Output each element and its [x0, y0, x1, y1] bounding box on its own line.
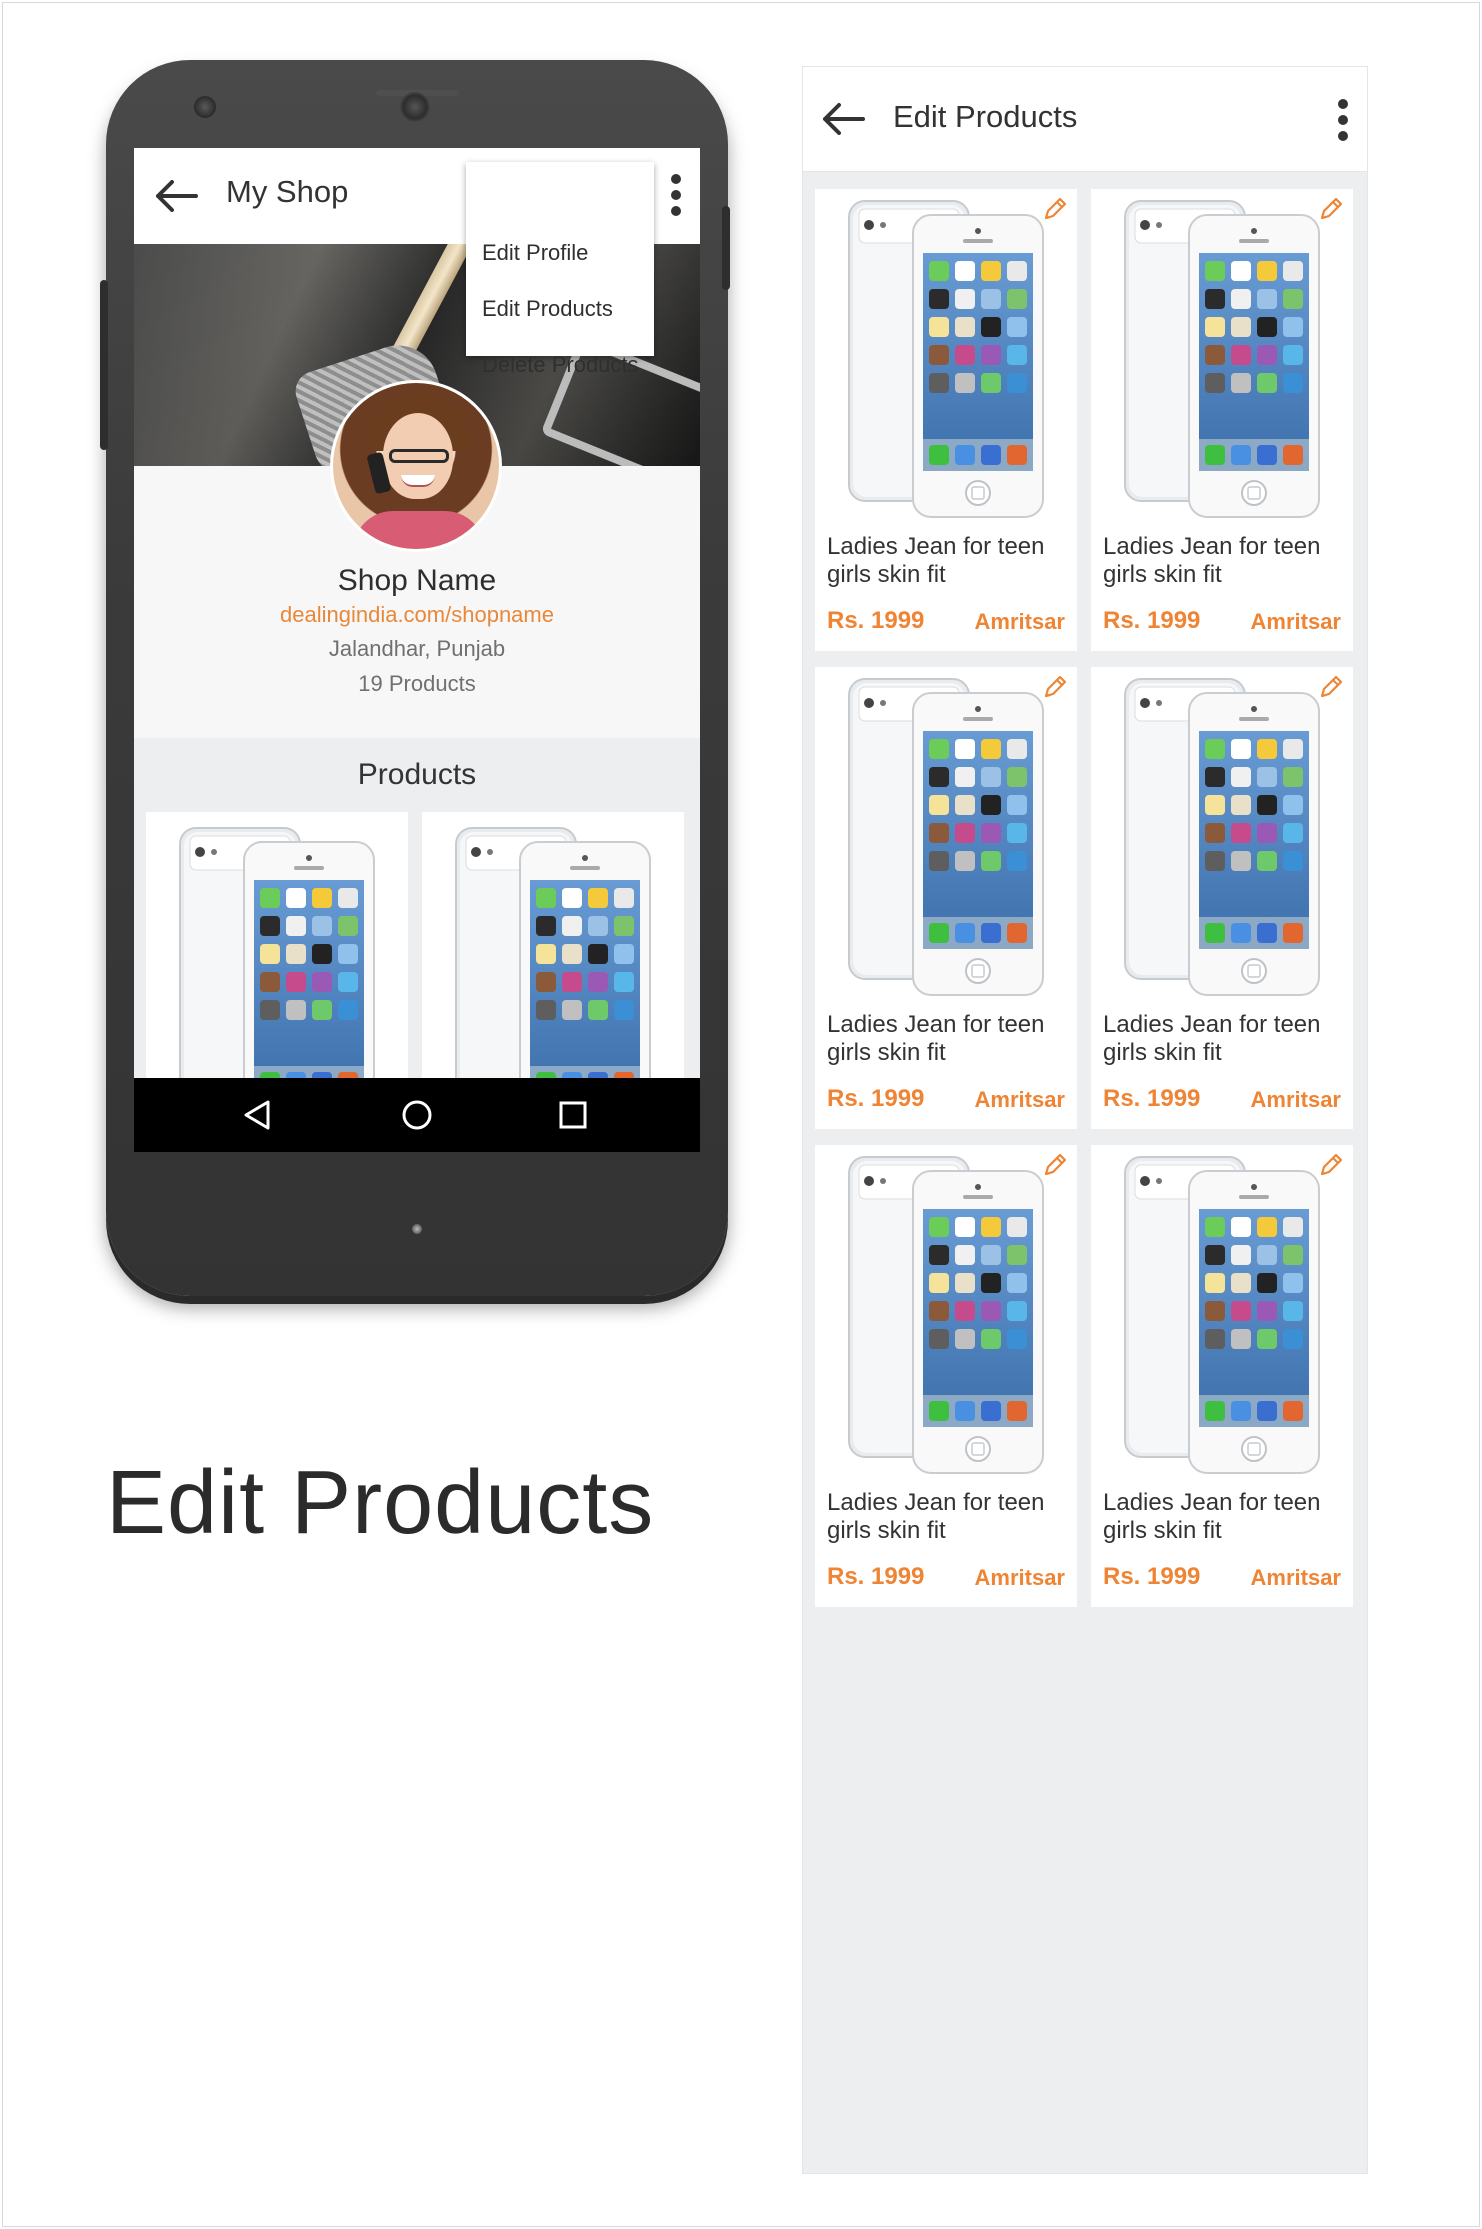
- menu-item-edit-profile[interactable]: Edit Profile: [482, 240, 588, 266]
- product-name: Ladies Jean for teen girls skin fit: [1103, 1489, 1321, 1544]
- edit-products-screen: Edit Products Ladies Jean for teen girls…: [802, 66, 1368, 2174]
- nav-home-icon[interactable]: [400, 1098, 434, 1132]
- menu-item-edit-products[interactable]: Edit Products: [482, 296, 613, 322]
- edit-pencil-icon[interactable]: [1041, 195, 1069, 223]
- product-price: Rs. 1999: [827, 1085, 925, 1112]
- product-name: Ladies Jean for teen girls skin fit: [1103, 533, 1321, 588]
- arrow-left-icon[interactable]: [152, 178, 202, 214]
- edit-pencil-icon[interactable]: [1317, 673, 1345, 701]
- edit-pencil-icon[interactable]: [1041, 1151, 1069, 1179]
- product-city: Amritsar: [974, 609, 1065, 634]
- products-heading: Products: [357, 758, 477, 791]
- product-card[interactable]: Ladies Jean for teen girls skin fit Rs. 1…: [815, 1145, 1077, 1607]
- product-price: Rs. 1999: [1103, 1563, 1201, 1590]
- shop-avatar[interactable]: [330, 380, 502, 552]
- product-card[interactable]: Ladies Jean for teen girls skin fit Rs. 1…: [1091, 189, 1353, 651]
- product-city: Amritsar: [974, 1087, 1065, 1112]
- product-price: Rs. 1999: [827, 1563, 925, 1590]
- product-city: Amritsar: [1250, 609, 1341, 634]
- shop-product-count: 19 Products: [358, 671, 476, 696]
- edit-pencil-icon[interactable]: [1041, 673, 1069, 701]
- product-name: Ladies Jean for teen girls skin fit: [827, 533, 1045, 588]
- product-price: Rs. 1999: [827, 607, 925, 634]
- iphone-product-image: [848, 678, 1044, 996]
- product-city: Amritsar: [1250, 1087, 1341, 1112]
- product-name: Ladies Jean for teen girls skin fit: [827, 1489, 1045, 1544]
- product-price: Rs. 1999: [1103, 607, 1201, 634]
- product-card[interactable]: Ladies Jean for teen girls skin fit Rs. 1…: [815, 667, 1077, 1129]
- iphone-product-image: [1124, 678, 1320, 996]
- product-name: Ladies Jean for teen girls skin fit: [1103, 1011, 1321, 1066]
- edit-pencil-icon[interactable]: [1317, 195, 1345, 223]
- iphone-product-image: [848, 1156, 1044, 1474]
- more-vert-icon[interactable]: [670, 174, 682, 220]
- nav-recents-icon[interactable]: [556, 1098, 590, 1132]
- phone-led: [412, 1224, 422, 1234]
- android-nav-bar: [134, 1078, 700, 1152]
- phone-power-button: [722, 206, 730, 290]
- product-card[interactable]: Ladies Jean for teen girls skin fit Rs. 1…: [1091, 1145, 1353, 1607]
- product-city: Amritsar: [1250, 1565, 1341, 1590]
- menu-item-delete-products[interactable]: Delete Products: [482, 352, 639, 378]
- shop-name: Shop Name: [337, 564, 497, 597]
- product-name: Ladies Jean for teen girls skin fit: [827, 1011, 1045, 1066]
- shop-url-link[interactable]: dealingindia.com/shopname: [134, 602, 700, 628]
- iphone-product-image: [1124, 200, 1320, 518]
- phone-volume-button: [100, 280, 108, 450]
- product-price: Rs. 1999: [1103, 1085, 1201, 1112]
- edit-pencil-icon[interactable]: [1317, 1151, 1345, 1179]
- more-vert-icon[interactable]: [1337, 99, 1349, 145]
- nav-back-icon[interactable]: [240, 1098, 274, 1132]
- shop-location: Jalandhar, Punjab: [328, 636, 506, 661]
- screen-caption: Edit Products: [106, 1453, 655, 1553]
- edit-products-appbar: Edit Products: [803, 67, 1367, 172]
- arrow-left-icon[interactable]: [819, 101, 869, 137]
- phone-front-camera: [400, 92, 430, 122]
- appbar-title: Edit Products: [893, 99, 1078, 134]
- phone-sensor: [194, 96, 216, 118]
- product-card[interactable]: Ladies Jean for teen girls skin fit Rs. 1…: [1091, 667, 1353, 1129]
- product-city: Amritsar: [974, 1565, 1065, 1590]
- iphone-product-image: [1124, 1156, 1320, 1474]
- product-card[interactable]: Ladies Jean for teen girls skin fit Rs. 1…: [815, 189, 1077, 651]
- iphone-product-image: [848, 200, 1044, 518]
- appbar-title: My Shop: [226, 174, 349, 209]
- overflow-menu: Edit Profile Edit Products Delete Produc…: [466, 162, 654, 377]
